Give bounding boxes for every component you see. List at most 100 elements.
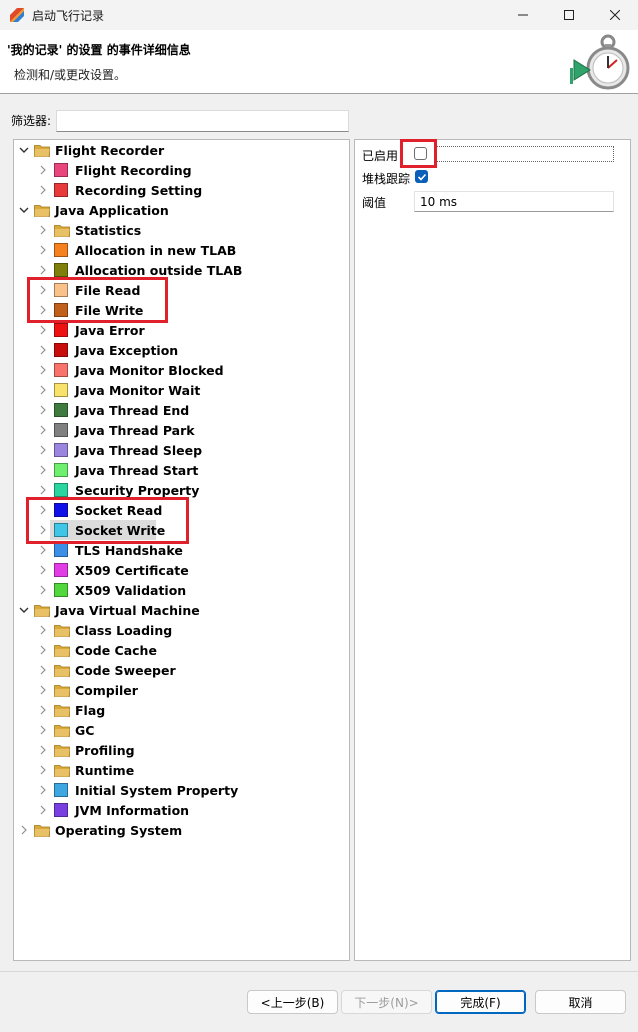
tree-item[interactable]: X509 Validation xyxy=(54,580,186,600)
next-button[interactable]: 下一步(N)> xyxy=(341,990,432,1014)
enabled-label: 已启用 xyxy=(362,149,399,163)
chevron-right-icon[interactable] xyxy=(38,565,48,575)
tree-item[interactable]: Flag xyxy=(54,700,105,720)
filter-input[interactable] xyxy=(56,110,349,132)
chevron-right-icon[interactable] xyxy=(38,705,48,715)
chevron-right-icon[interactable] xyxy=(38,245,48,255)
folder-icon xyxy=(54,684,70,697)
chevron-down-icon[interactable] xyxy=(19,605,29,615)
chevron-right-icon[interactable] xyxy=(38,365,48,375)
minimize-button[interactable] xyxy=(500,0,546,30)
chevron-right-icon[interactable] xyxy=(38,725,48,735)
tree-item[interactable]: Java Monitor Blocked xyxy=(54,360,224,380)
tree-item[interactable]: JVM Information xyxy=(54,800,189,820)
event-color-icon xyxy=(54,463,68,477)
tree-item[interactable]: X509 Certificate xyxy=(54,560,189,580)
event-color-icon xyxy=(54,443,68,457)
tree-item[interactable]: Java Thread Start xyxy=(54,460,198,480)
tree-item[interactable]: Compiler xyxy=(54,680,138,700)
chevron-right-icon[interactable] xyxy=(38,185,48,195)
chevron-right-icon[interactable] xyxy=(38,625,48,635)
folder-icon xyxy=(34,204,50,217)
tree-item[interactable]: Statistics xyxy=(54,220,141,240)
chevron-right-icon[interactable] xyxy=(38,585,48,595)
chevron-right-icon[interactable] xyxy=(38,785,48,795)
event-color-icon xyxy=(54,403,68,417)
chevron-down-icon[interactable] xyxy=(19,205,29,215)
chevron-right-icon[interactable] xyxy=(19,825,29,835)
threshold-input[interactable]: 10 ms xyxy=(414,191,614,212)
event-color-icon xyxy=(54,323,68,337)
tree-item[interactable]: Java Exception xyxy=(54,340,178,360)
tree-item[interactable]: Java Thread End xyxy=(54,400,189,420)
maximize-icon xyxy=(564,10,574,20)
folder-icon xyxy=(54,624,70,637)
tree-item[interactable]: Allocation in new TLAB xyxy=(54,240,236,260)
tree-item[interactable]: Java Application xyxy=(34,200,169,220)
chevron-right-icon[interactable] xyxy=(38,445,48,455)
tree-item[interactable]: Flight Recorder xyxy=(34,140,164,160)
annotation-box-socket xyxy=(26,497,189,544)
tree-item-label: Flight Recording xyxy=(75,162,192,178)
event-color-icon xyxy=(54,263,68,277)
tree-item-label: Java Monitor Blocked xyxy=(75,362,224,378)
filter-label: 筛选器: xyxy=(11,114,52,128)
event-color-icon xyxy=(54,343,68,357)
chevron-right-icon[interactable] xyxy=(38,645,48,655)
tree-item[interactable]: Initial System Property xyxy=(54,780,238,800)
chevron-right-icon[interactable] xyxy=(38,225,48,235)
tree-item[interactable]: Profiling xyxy=(54,740,135,760)
stacktrace-checkbox[interactable] xyxy=(415,170,428,183)
tree-item-label: Java Thread Start xyxy=(75,462,199,478)
title-bar: 启动飞行记录 xyxy=(0,0,638,30)
chevron-right-icon[interactable] xyxy=(38,325,48,335)
chevron-right-icon[interactable] xyxy=(38,345,48,355)
tree-item[interactable]: Java Thread Sleep xyxy=(54,440,202,460)
chevron-right-icon[interactable] xyxy=(38,405,48,415)
tree-item[interactable]: Java Monitor Wait xyxy=(54,380,200,400)
close-button[interactable] xyxy=(592,0,638,30)
app-icon xyxy=(9,7,25,23)
maximize-button[interactable] xyxy=(546,0,592,30)
chevron-right-icon[interactable] xyxy=(38,485,48,495)
chevron-down-icon[interactable] xyxy=(19,145,29,155)
tree-item[interactable]: Java Virtual Machine xyxy=(34,600,200,620)
chevron-right-icon[interactable] xyxy=(38,545,48,555)
tree-item[interactable]: Class Loading xyxy=(54,620,172,640)
chevron-right-icon[interactable] xyxy=(38,465,48,475)
tree-item[interactable]: Java Thread Park xyxy=(54,420,195,440)
tree-item-label: Flag xyxy=(75,702,106,718)
tree-item[interactable]: Recording Setting xyxy=(54,180,202,200)
folder-icon xyxy=(54,664,70,677)
tree-item-label: Java Thread Park xyxy=(75,422,195,438)
threshold-label: 阈值 xyxy=(362,196,387,210)
tree-item[interactable]: Java Error xyxy=(54,320,145,340)
chevron-right-icon[interactable] xyxy=(38,665,48,675)
tree-item[interactable]: GC xyxy=(54,720,94,740)
chevron-right-icon[interactable] xyxy=(38,165,48,175)
tree-item[interactable]: Code Sweeper xyxy=(54,660,176,680)
chevron-right-icon[interactable] xyxy=(38,385,48,395)
event-color-icon xyxy=(54,383,68,397)
tree-item[interactable]: Operating System xyxy=(34,820,182,840)
chevron-right-icon[interactable] xyxy=(38,685,48,695)
checkmark-icon xyxy=(417,173,426,181)
tree-item-label: X509 Certificate xyxy=(75,562,189,578)
tree-item[interactable]: Code Cache xyxy=(54,640,157,660)
cancel-button[interactable]: 取消 xyxy=(535,990,626,1014)
tree-item[interactable]: Flight Recording xyxy=(54,160,192,180)
tree-item-label: Flight Recorder xyxy=(55,142,165,158)
page-title: '我的记录' 的设置 的事件详细信息 xyxy=(7,43,191,57)
back-button[interactable]: <上一步(B) xyxy=(247,990,338,1014)
page-description: 检测和/或更改设置。 xyxy=(14,68,127,82)
tree-item[interactable]: Runtime xyxy=(54,760,134,780)
tree-item-label: Profiling xyxy=(75,742,135,758)
chevron-right-icon[interactable] xyxy=(38,745,48,755)
tree-item-label: Operating System xyxy=(55,822,183,838)
event-color-icon xyxy=(54,243,68,257)
chevron-right-icon[interactable] xyxy=(38,765,48,775)
chevron-right-icon[interactable] xyxy=(38,425,48,435)
chevron-right-icon[interactable] xyxy=(38,265,48,275)
chevron-right-icon[interactable] xyxy=(38,805,48,815)
finish-button[interactable]: 完成(F) xyxy=(435,990,526,1014)
